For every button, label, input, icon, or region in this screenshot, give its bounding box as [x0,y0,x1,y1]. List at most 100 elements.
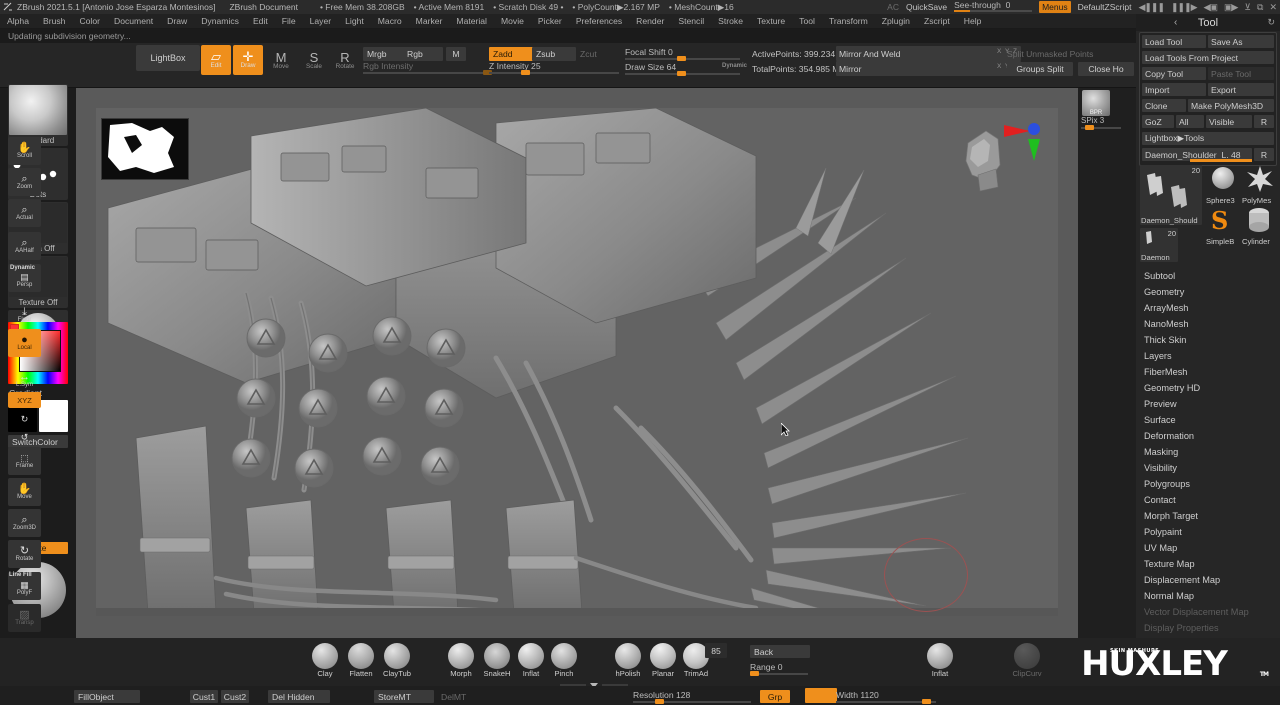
tool-thumb-daemon-shoulder[interactable]: 20 Daemon_Should [1140,165,1202,225]
zadd-toggle[interactable]: Zadd [489,47,534,61]
brush-inflat[interactable]: Inflat [920,643,960,683]
shelf-scroll-handle[interactable] [560,676,628,688]
tool-section-surface[interactable]: Surface [1144,412,1276,428]
goz-r-button[interactable]: R [1254,115,1274,128]
actual-button[interactable]: ⌕ Actual [8,199,41,227]
mirror-and-weld-button[interactable]: Mirror And Weld X Y Z [836,46,1021,61]
current-tool-r-button[interactable]: R [1254,148,1274,161]
tool-thumb-sphere3d[interactable]: Sphere3 [1205,165,1240,205]
rotate-button[interactable]: R Rotate [330,46,360,76]
tool-section-contact[interactable]: Contact [1144,492,1276,508]
floor-button[interactable]: ⤓ Floor [8,301,41,329]
del-hidden-button[interactable]: Del Hidden [268,690,330,703]
back-button[interactable]: Back [750,645,810,658]
focal-shift-knob[interactable] [677,56,686,61]
next-script-icon[interactable]: ❚❚❚▶ [1171,2,1198,13]
load-tool-button[interactable]: Load Tool [1142,35,1206,48]
move-3d-button[interactable]: ✋ Move [8,478,41,506]
scroll-button[interactable]: ✋ Scroll [8,137,41,165]
aahalf-button[interactable]: ⌕ AAHalf [8,232,41,260]
spix-knob[interactable] [1085,125,1094,130]
menu-item-zscript[interactable]: Zscript [917,14,957,28]
zsub-toggle[interactable]: Zsub [532,47,576,61]
groups-split-button[interactable]: Groups Split [1007,62,1073,76]
grp-button[interactable]: Grp [760,690,790,703]
brush-flatten[interactable]: Flatten [341,643,381,683]
tool-section-thick-skin[interactable]: Thick Skin [1144,332,1276,348]
resolution-slider[interactable]: Resolution 128 [633,690,751,704]
canvas-viewport[interactable] [76,88,1078,638]
prev-script-icon[interactable]: ◀❚❚❚ [1138,2,1165,13]
brush-morph[interactable]: Morph [441,643,481,683]
goz-button[interactable]: GoZ [1142,115,1174,128]
quicksave-button[interactable]: QuickSave [906,2,947,12]
tool-section-geometry[interactable]: Geometry [1144,284,1276,300]
see-through-slider[interactable]: See-through 0 [954,0,1033,13]
tool-section-visibility[interactable]: Visibility [1144,460,1276,476]
menus-button[interactable]: Menus [1039,1,1071,13]
make-polymesh3d-button[interactable]: Make PolyMesh3D [1188,99,1274,112]
tool-section-uv-map[interactable]: UV Map [1144,540,1276,556]
menu-item-layer[interactable]: Layer [303,14,339,28]
ac-button[interactable]: AC [887,2,899,12]
menu-item-picker[interactable]: Picker [531,14,569,28]
menu-item-macro[interactable]: Macro [371,14,409,28]
menu-item-draw[interactable]: Draw [160,14,194,28]
menu-item-material[interactable]: Material [449,14,494,28]
z-intensity-slider[interactable]: Z Intensity 25 [489,61,619,75]
scale-button[interactable]: S Scale [299,46,329,76]
secondary-color-swatch[interactable] [39,400,68,432]
draw-button[interactable]: ✛ Draw [233,45,263,75]
menu-item-alpha[interactable]: Alpha [0,14,36,28]
tool-section-polygroups[interactable]: Polygroups [1144,476,1276,492]
tool-section-displacement-map[interactable]: Displacement Map [1144,572,1276,588]
transform-cycle2-icon[interactable]: ↺ [8,429,41,445]
menu-item-help[interactable]: Help [957,14,989,28]
frame-button[interactable]: ⬚ Frame [8,447,41,475]
tool-section-vector-displacement-map[interactable]: Vector Displacement Map [1144,604,1276,620]
menu-item-stencil[interactable]: Stencil [671,14,711,28]
menu-item-transform[interactable]: Transform [822,14,875,28]
menu-item-stroke[interactable]: Stroke [711,14,750,28]
menu-item-dynamics[interactable]: Dynamics [194,14,246,28]
cust2-button[interactable]: Cust2 [221,690,249,703]
width-slider[interactable]: Width 1120 [836,690,936,704]
import-button[interactable]: Import [1142,83,1206,96]
menu-item-light[interactable]: Light [338,14,371,28]
rotate-3d-button[interactable]: ↻ Rotate [8,540,41,568]
prev-doc-icon[interactable]: ◀▣ [1204,2,1218,13]
goz-visible-button[interactable]: Visible [1206,115,1252,128]
menu-item-edit[interactable]: Edit [246,14,275,28]
move-button[interactable]: M Move [266,46,296,76]
cust1-button[interactable]: Cust1 [190,690,218,703]
range-slider[interactable]: Range 0 [750,662,808,676]
menu-item-file[interactable]: File [275,14,303,28]
spix-slider[interactable]: SPix 3 [1081,116,1121,130]
tool-section-nanomesh[interactable]: NanoMesh [1144,316,1276,332]
clone-button[interactable]: Clone [1142,99,1186,112]
edit-button[interactable]: ▱ Edit [201,45,231,75]
menu-item-tool[interactable]: Tool [792,14,822,28]
lightbox-button[interactable]: LightBox [136,45,200,71]
z-intensity-knob[interactable] [521,70,530,75]
rgb-intensity-slider[interactable]: Rgb Intensity [363,61,493,75]
close-holes-button[interactable]: Close Ho [1078,62,1134,76]
pts-button[interactable] [805,688,837,703]
range-knob[interactable] [750,671,759,676]
transform-cycle-icon[interactable]: ↻ [8,411,41,427]
lightbox-tools-button[interactable]: Lightbox▶Tools [1142,132,1274,145]
tool-section-geometry-hd[interactable]: Geometry HD [1144,380,1276,396]
refresh-icon[interactable]: ↻ [1267,17,1275,28]
maximize-icon[interactable]: ⧉ [1257,2,1264,13]
menu-item-preferences[interactable]: Preferences [569,14,629,28]
menu-item-zplugin[interactable]: Zplugin [875,14,917,28]
persp-button[interactable]: Dynamic ▤ Persp [8,264,41,292]
local-button[interactable]: ● Local [8,329,41,357]
minimize-icon[interactable]: ⊻ [1244,2,1251,13]
tool-section-masking[interactable]: Masking [1144,444,1276,460]
tool-thumb-simplebrush[interactable]: S SimpleB [1205,206,1240,246]
polyframe-button[interactable]: Line Fill ▦ PolyF [8,572,41,600]
load-tools-from-project-button[interactable]: Load Tools From Project [1142,51,1274,64]
save-as-button[interactable]: Save As [1208,35,1274,48]
tool-section-morph-target[interactable]: Morph Target [1144,508,1276,524]
